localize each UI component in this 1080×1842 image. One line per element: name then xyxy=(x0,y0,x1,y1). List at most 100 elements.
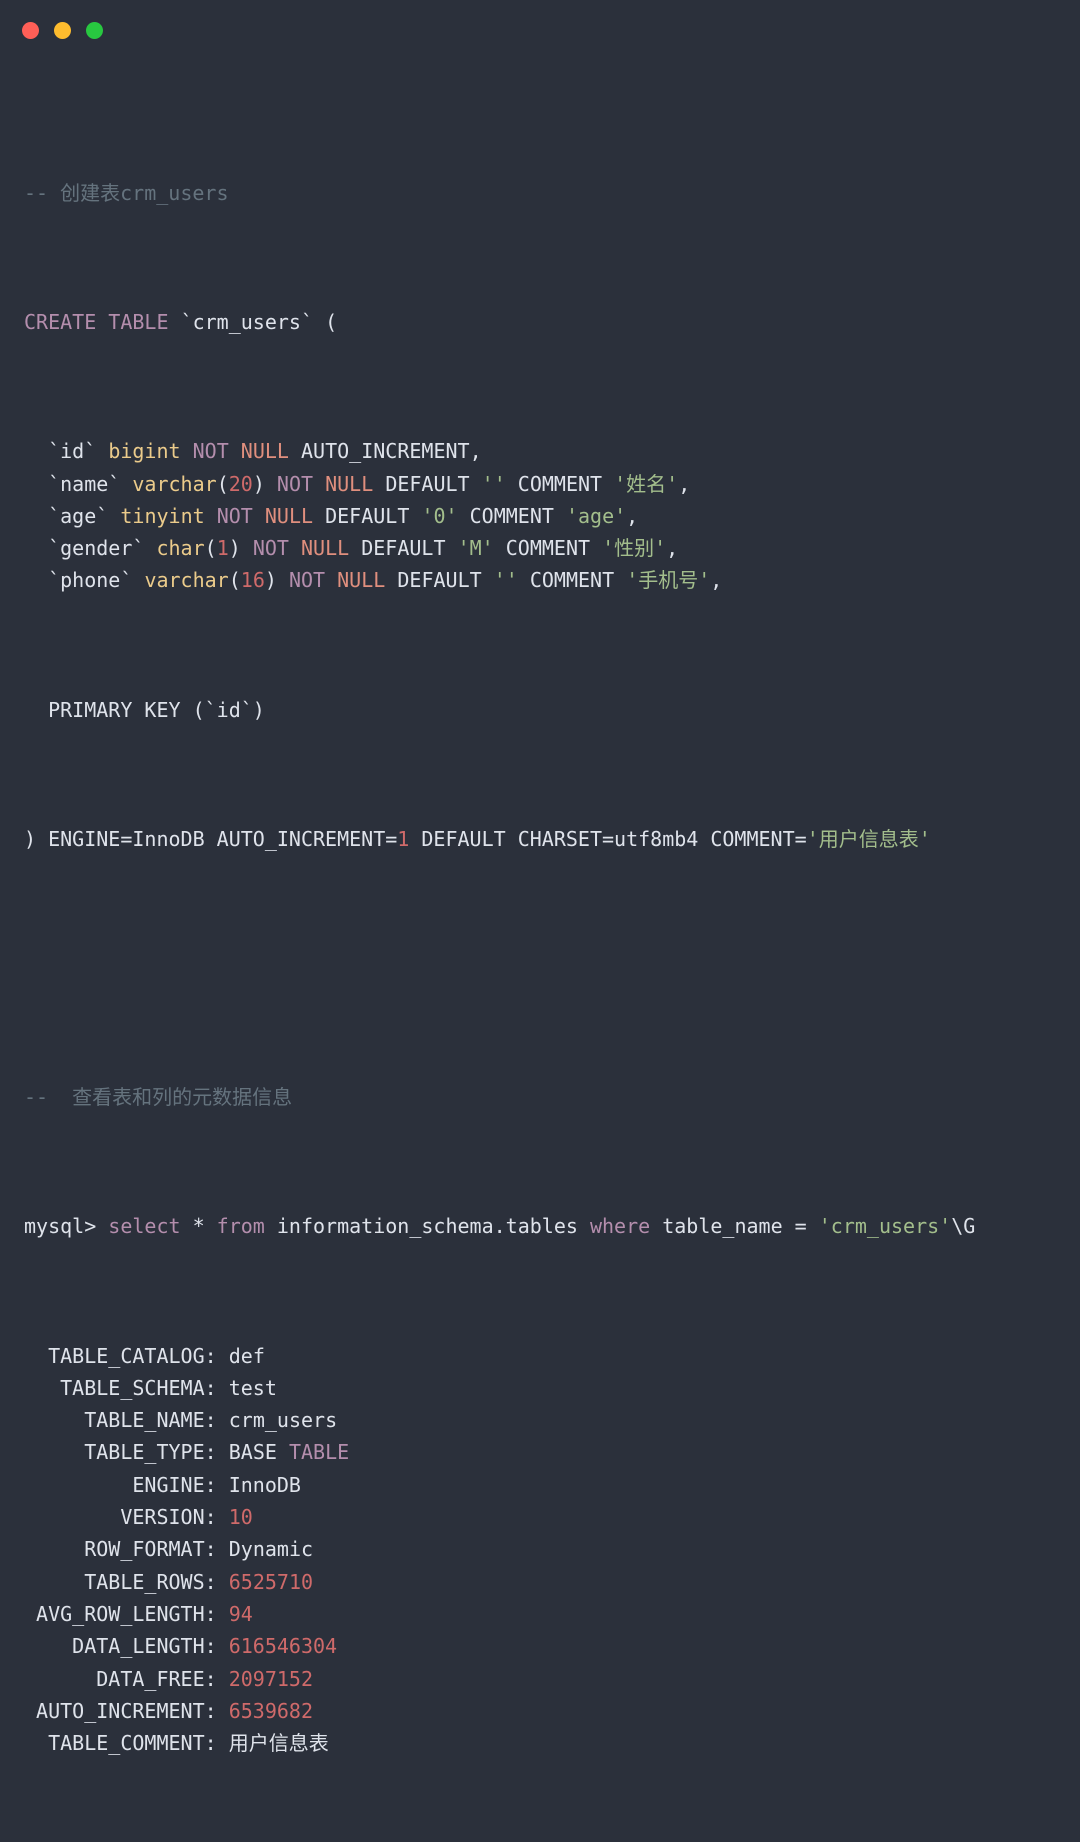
result-row-value: def xyxy=(228,1343,265,1368)
result-row: DATA_FREE: 2097152 xyxy=(96,1666,314,1691)
result-row-label: TABLE_NAME xyxy=(84,1408,205,1433)
result-row: TABLE_COMMENT: 用户信息表 xyxy=(48,1731,329,1756)
comment-keyword: COMMENT xyxy=(505,536,591,561)
result-row: TABLE_NAME: crm_users xyxy=(84,1408,338,1433)
not-keyword: NOT xyxy=(252,536,289,561)
result-row-label: AVG_ROW_LENGTH xyxy=(36,1601,205,1626)
default-keyword: DEFAULT xyxy=(325,503,410,528)
terminal-window: -- 创建表crm_users CREATE TABLE `crm_users`… xyxy=(0,0,1080,1755)
null-keyword: NULL xyxy=(301,536,350,561)
column-name: `name` xyxy=(48,471,121,496)
create-table-line: CREATE TABLE `crm_users` ( xyxy=(24,310,338,335)
result-row-value: Dynamic xyxy=(228,1537,314,1562)
column-name: `phone` xyxy=(48,568,133,593)
result-row-label: TABLE_ROWS xyxy=(84,1569,205,1594)
result-row-value: 6539682 xyxy=(228,1698,314,1723)
null-keyword: NULL xyxy=(325,471,374,496)
result-row: VERSION: 10 xyxy=(120,1505,253,1530)
result-row-label: TABLE_CATALOG xyxy=(48,1343,205,1368)
result-row-value: 用户信息表 xyxy=(228,1731,329,1756)
default-value: '0' xyxy=(421,503,458,528)
result-row: ENGINE: InnoDB xyxy=(132,1472,301,1497)
result-row: TABLE_CATALOG: def xyxy=(48,1343,265,1368)
result-row: AVG_ROW_LENGTH: 94 xyxy=(36,1601,253,1626)
result-row-value: test xyxy=(228,1375,277,1400)
comment-keyword: COMMENT xyxy=(529,568,615,593)
result-row: TABLE_SCHEMA: test xyxy=(60,1375,277,1400)
result-row-value: crm_users xyxy=(228,1408,338,1433)
column-definition: `gender` char(1) NOT NULL DEFAULT 'M' CO… xyxy=(48,536,679,561)
default-keyword: DEFAULT xyxy=(397,568,482,593)
null-keyword: NULL xyxy=(240,439,289,464)
column-extra: AUTO_INCREMENT, xyxy=(301,439,482,464)
minimize-button[interactable] xyxy=(54,22,71,39)
column-comment: '姓名' xyxy=(614,471,679,496)
column-name: `gender` xyxy=(48,536,145,561)
default-value: '' xyxy=(493,568,518,593)
result-row-label: TABLE_COMMENT xyxy=(48,1731,205,1756)
result-row-label: TABLE_TYPE xyxy=(84,1440,205,1465)
default-keyword: DEFAULT xyxy=(361,536,446,561)
result-row-value: 10 xyxy=(228,1505,253,1530)
comment-keyword: COMMENT xyxy=(517,471,603,496)
result-row: TABLE_ROWS: 6525710 xyxy=(84,1569,314,1594)
primary-key-line: PRIMARY KEY (`id`) xyxy=(24,697,265,722)
not-keyword: NOT xyxy=(216,503,253,528)
result-row-value: 2097152 xyxy=(228,1666,314,1691)
null-keyword: NULL xyxy=(337,568,386,593)
column-type: varchar xyxy=(144,568,229,593)
query-line: mysql> select * from information_schema.… xyxy=(24,1214,976,1239)
column-definition: `name` varchar(20) NOT NULL DEFAULT '' C… xyxy=(48,471,691,496)
default-value: '' xyxy=(481,471,506,496)
result-row-label: DATA_FREE xyxy=(96,1666,205,1691)
result-row-label: ENGINE xyxy=(132,1472,205,1497)
column-name: `age` xyxy=(48,503,109,528)
default-value: 'M' xyxy=(457,536,494,561)
result-row: DATA_LENGTH: 616546304 xyxy=(72,1634,338,1659)
comment-keyword: COMMENT xyxy=(469,503,554,528)
column-type: tinyint xyxy=(120,503,205,528)
result-row-value: 6525710 xyxy=(228,1569,314,1594)
result-row-label: ROW_FORMAT xyxy=(84,1537,205,1562)
column-definition: `age` tinyint NOT NULL DEFAULT '0' COMME… xyxy=(48,503,639,528)
column-type: bigint xyxy=(108,439,181,464)
result-row-label: DATA_LENGTH xyxy=(72,1634,205,1659)
comment-create-table: -- 创建表crm_users xyxy=(24,180,229,205)
not-keyword: NOT xyxy=(288,568,326,593)
default-keyword: DEFAULT xyxy=(385,471,470,496)
code-content[interactable]: -- 创建表crm_users CREATE TABLE `crm_users`… xyxy=(0,62,1080,1842)
column-type: char xyxy=(156,536,205,561)
maximize-button[interactable] xyxy=(86,22,103,39)
table-options-line: ) ENGINE=InnoDB AUTO_INCREMENT=1 DEFAULT… xyxy=(24,826,931,851)
result-row-label: VERSION xyxy=(120,1505,205,1530)
not-keyword: NOT xyxy=(192,439,229,464)
column-definition: `id` bigint NOT NULL AUTO_INCREMENT, xyxy=(24,435,1080,467)
column-length: 1 xyxy=(216,536,229,561)
comment-metadata: -- 查看表和列的元数据信息 xyxy=(24,1085,293,1110)
column-definitions: `id` bigint NOT NULL AUTO_INCREMENT, `na… xyxy=(24,435,1080,596)
query-result-rows: TABLE_CATALOG: def TABLE_SCHEMA: test TA… xyxy=(24,1340,1080,1760)
column-type: varchar xyxy=(132,471,217,496)
column-comment: '性别' xyxy=(602,536,667,561)
window-title-bar xyxy=(0,0,1080,62)
close-button[interactable] xyxy=(22,22,39,39)
not-keyword: NOT xyxy=(276,471,314,496)
column-length: 16 xyxy=(240,568,265,593)
result-row: TABLE_TYPE: BASE TABLE xyxy=(84,1440,350,1465)
column-definition: `phone` varchar(16) NOT NULL DEFAULT '' … xyxy=(48,568,723,593)
result-row-label: TABLE_SCHEMA xyxy=(60,1375,205,1400)
result-row-value: BASE xyxy=(228,1440,277,1465)
result-row-label: AUTO_INCREMENT xyxy=(36,1698,205,1723)
result-row: AUTO_INCREMENT: 6539682 xyxy=(36,1698,314,1723)
result-row: ROW_FORMAT: Dynamic xyxy=(84,1537,314,1562)
column-name: `id` xyxy=(48,439,97,464)
result-row-value: 616546304 xyxy=(228,1634,338,1659)
result-row-value: 94 xyxy=(228,1601,253,1626)
column-length: 20 xyxy=(228,471,253,496)
result-row-value-keyword: TABLE xyxy=(288,1440,350,1465)
column-comment: '手机号' xyxy=(626,568,711,593)
column-comment: 'age' xyxy=(565,503,627,528)
null-keyword: NULL xyxy=(264,503,314,528)
result-row-value: InnoDB xyxy=(228,1472,301,1497)
